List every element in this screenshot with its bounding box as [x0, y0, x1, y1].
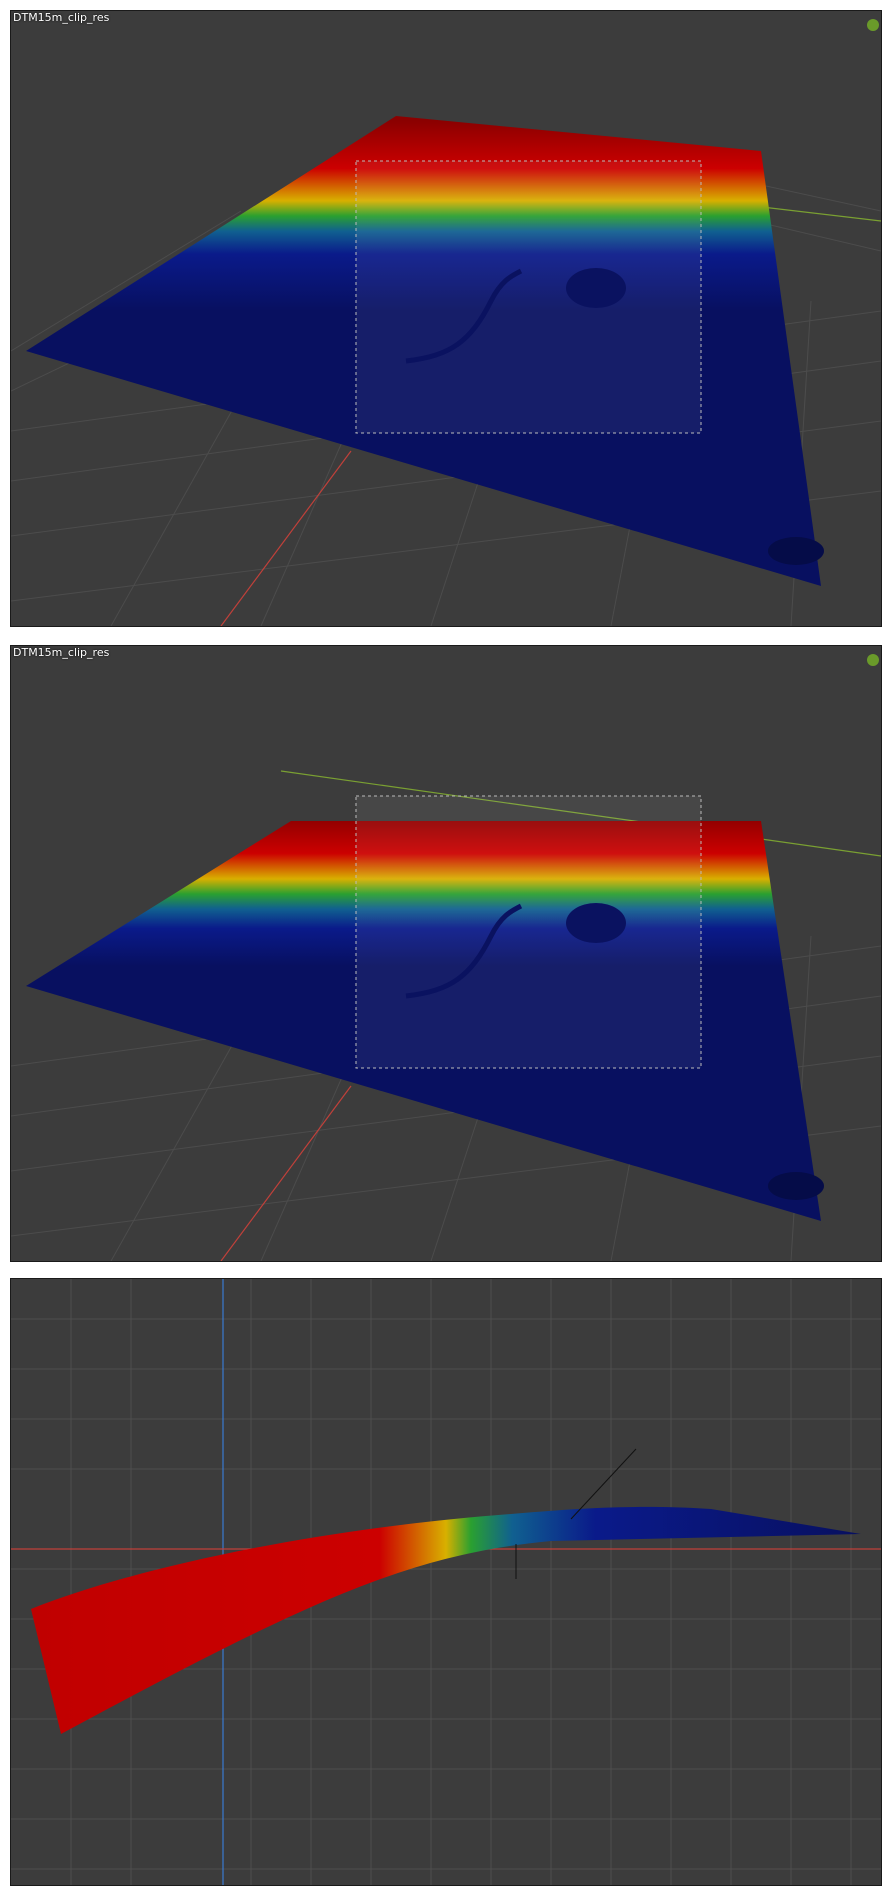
terrain-mesh-side[interactable] — [31, 1506, 861, 1734]
lake-shape — [566, 903, 626, 943]
depression-shape — [768, 1172, 824, 1200]
axis-x — [220, 1085, 352, 1261]
gizmo-dot-icon[interactable] — [867, 19, 879, 31]
selection-box — [355, 160, 702, 434]
viewport-bottom[interactable] — [10, 1278, 882, 1886]
object-name-label: DTM15m_clip_res — [13, 11, 110, 24]
scene-canvas-middle[interactable] — [11, 646, 881, 1261]
viewport-middle[interactable]: DTM15m_clip_res — [10, 645, 882, 1262]
lake-shape — [566, 268, 626, 308]
object-name-label: DTM15m_clip_res — [13, 646, 110, 659]
scene-canvas-top[interactable] — [11, 11, 881, 626]
viewport-top[interactable]: DTM15m_clip_res — [10, 10, 882, 627]
gizmo-dot-icon[interactable] — [867, 654, 879, 666]
axis-x — [220, 450, 352, 626]
depression-shape — [768, 537, 824, 565]
scene-canvas-side[interactable] — [11, 1279, 881, 1885]
selection-box — [355, 795, 702, 1069]
